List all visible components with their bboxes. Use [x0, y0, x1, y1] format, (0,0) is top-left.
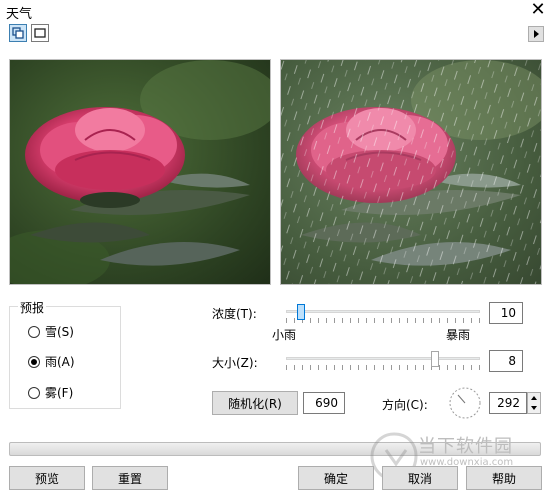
slider-tick — [447, 318, 448, 323]
slider-tick — [399, 318, 400, 323]
radio-snow-circle[interactable] — [28, 325, 40, 338]
slider-tick — [366, 318, 367, 323]
single-view-button[interactable] — [31, 24, 49, 42]
slider-tick — [334, 365, 335, 370]
slider-tick — [294, 318, 295, 323]
density-min-label: 小雨 — [272, 328, 297, 342]
size-label: 大小(Z): — [212, 356, 258, 370]
close-icon[interactable]: ✕ — [526, 0, 550, 20]
radio-fog[interactable]: 雾(F) — [28, 384, 73, 401]
slider-tick — [318, 318, 319, 323]
slider-tick — [415, 318, 416, 323]
slider-tick — [358, 318, 359, 323]
slider-tick — [407, 318, 408, 323]
slider-tick — [423, 365, 424, 370]
slider-tick — [326, 318, 327, 323]
slider-tick — [374, 365, 375, 370]
slider-tick — [286, 318, 287, 323]
slider-tick — [350, 318, 351, 323]
slider-tick — [374, 318, 375, 323]
radio-rain-label: 雨(A) — [45, 355, 75, 369]
radio-fog-label: 雾(F) — [45, 386, 74, 400]
density-max-label: 暴雨 — [446, 328, 471, 342]
slider-tick — [366, 365, 367, 370]
density-slider[interactable] — [286, 304, 480, 328]
slider-tick — [471, 318, 472, 323]
cancel-button[interactable]: 取消 — [382, 466, 458, 490]
slider-tick — [479, 365, 480, 370]
help-button[interactable]: 帮助 — [466, 466, 542, 490]
slider-tick — [383, 365, 384, 370]
radio-snow-label: 雪(S) — [45, 325, 74, 339]
slider-tick — [399, 365, 400, 370]
slider-tick — [326, 365, 327, 370]
slider-tick — [479, 318, 480, 323]
slider-tick — [310, 318, 311, 323]
split-view-icon — [12, 27, 24, 39]
slider-tick — [471, 365, 472, 370]
size-slider[interactable] — [286, 351, 480, 375]
density-label: 浓度(T): — [212, 307, 257, 321]
slider-tick — [391, 365, 392, 370]
slider-tick — [342, 365, 343, 370]
size-thumb[interactable] — [431, 351, 439, 367]
slider-tick — [423, 318, 424, 323]
slider-tick — [431, 318, 432, 323]
rain-effect-image — [281, 60, 541, 284]
single-view-icon — [34, 28, 46, 38]
slider-tick — [439, 318, 440, 323]
radio-fog-circle[interactable] — [28, 386, 40, 399]
radio-rain-circle[interactable] — [28, 355, 40, 368]
size-track — [286, 357, 480, 360]
reset-button[interactable]: 重置 — [92, 466, 168, 490]
direction-input[interactable]: 292 — [489, 392, 527, 414]
spinner-arrows-icon — [531, 396, 537, 410]
slider-tick — [439, 365, 440, 370]
slider-tick — [318, 365, 319, 370]
slider-tick — [407, 365, 408, 370]
radio-rain[interactable]: 雨(A) — [28, 353, 75, 370]
slider-tick — [463, 318, 464, 323]
slider-tick — [463, 365, 464, 370]
original-flower-image — [10, 60, 270, 284]
right-arrow-icon — [534, 30, 539, 38]
slider-tick — [310, 365, 311, 370]
slider-tick — [286, 365, 287, 370]
density-thumb[interactable] — [297, 304, 305, 320]
slider-tick — [455, 318, 456, 323]
split-view-button[interactable] — [9, 24, 27, 42]
size-ticks — [286, 365, 480, 371]
preview-button[interactable]: 预览 — [9, 466, 85, 490]
ok-button[interactable]: 确定 — [298, 466, 374, 490]
slider-tick — [302, 365, 303, 370]
forecast-group-title: 预报 — [18, 299, 47, 316]
watermark-brand: 当下软件园 — [418, 436, 513, 457]
slider-tick — [294, 365, 295, 370]
density-track — [286, 310, 480, 313]
randomize-button[interactable]: 随机化(R) — [212, 391, 298, 415]
slider-tick — [350, 365, 351, 370]
slider-tick — [415, 365, 416, 370]
original-preview — [9, 59, 271, 285]
expand-button[interactable] — [528, 26, 544, 42]
slider-tick — [358, 365, 359, 370]
radio-snow[interactable]: 雪(S) — [28, 323, 74, 340]
slider-tick — [383, 318, 384, 323]
density-ticks — [286, 318, 480, 324]
direction-dial-icon — [449, 387, 481, 419]
title-bar: 天气 ✕ — [0, 0, 554, 22]
slider-tick — [342, 318, 343, 323]
size-input[interactable]: 8 — [489, 350, 523, 372]
slider-tick — [455, 365, 456, 370]
direction-label: 方向(C): — [382, 398, 428, 412]
slider-tick — [334, 318, 335, 323]
density-input[interactable]: 10 — [489, 302, 523, 324]
direction-spinner[interactable] — [527, 392, 541, 414]
window-title: 天气 — [6, 7, 33, 22]
direction-dial[interactable] — [448, 386, 482, 420]
slider-tick — [447, 365, 448, 370]
randomize-seed-input[interactable]: 690 — [303, 392, 345, 414]
result-preview — [280, 59, 542, 285]
slider-tick — [391, 318, 392, 323]
